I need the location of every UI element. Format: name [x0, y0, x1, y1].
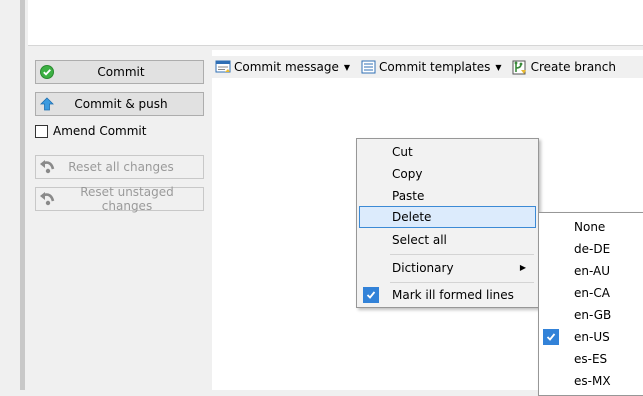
chevron-down-icon: ▼: [343, 62, 351, 72]
commit-button[interactable]: Commit: [35, 60, 204, 84]
commit-toolbar: Commit message ▼ Commit templates ▼ Crea…: [212, 56, 643, 78]
create-branch-label: Create branch: [530, 60, 616, 74]
menu-item-select-all[interactable]: Select all: [359, 229, 536, 251]
menu-separator: [390, 254, 534, 255]
reset-unstaged-changes-label: Reset unstaged changes: [80, 185, 174, 213]
menu-item-cut[interactable]: Cut: [359, 141, 536, 163]
editor-context-menu: Cut Copy Paste Delete Select all Diction…: [356, 138, 539, 308]
commit-templates-label: Commit templates: [379, 60, 491, 74]
commit-templates-dropdown[interactable]: Commit templates ▼: [360, 59, 502, 75]
green-check-icon: [39, 64, 55, 80]
reset-all-changes-label: Reset all changes: [68, 160, 174, 174]
create-branch-button[interactable]: Create branch: [512, 59, 616, 75]
dictionary-item-es-mx[interactable]: es-MX: [541, 370, 643, 392]
dictionary-item-en-au[interactable]: en-AU: [541, 260, 643, 282]
branch-icon: [512, 59, 528, 75]
undo-icon: [39, 159, 55, 175]
menu-item-dictionary[interactable]: Dictionary ▶: [359, 257, 536, 279]
reset-unstaged-changes-button[interactable]: Reset unstaged changes: [35, 185, 204, 213]
chevron-down-icon: ▼: [495, 62, 502, 72]
mark-ill-formed-lines-label: Mark ill formed lines: [392, 288, 514, 302]
commit-message-label: Commit message: [234, 60, 339, 74]
checkmark-icon: [543, 329, 559, 345]
dictionary-item-none[interactable]: None: [541, 216, 643, 238]
undo-icon: [39, 191, 55, 207]
up-arrow-icon: [39, 96, 55, 112]
dictionary-submenu: None de-DE en-AU en-CA en-GB en-US es-ES…: [538, 212, 643, 396]
chevron-right-icon: ▶: [519, 263, 526, 272]
commit-button-label: Commit: [97, 65, 145, 79]
dictionary-item-de-de[interactable]: de-DE: [541, 238, 643, 260]
commit-push-button[interactable]: Commit & push: [35, 92, 204, 116]
dictionary-item-es-es[interactable]: es-ES: [541, 348, 643, 370]
window-edge-line: [20, 0, 25, 390]
template-icon: [360, 59, 376, 75]
commit-push-button-label: Commit & push: [74, 97, 168, 111]
dictionary-item-en-us-label: en-US: [574, 330, 610, 344]
amend-commit-label: Amend Commit: [53, 124, 147, 138]
dictionary-item-en-gb[interactable]: en-GB: [541, 304, 643, 326]
menu-item-mark-ill-formed-lines[interactable]: Mark ill formed lines: [359, 284, 536, 306]
menu-separator: [390, 282, 534, 283]
menu-item-copy[interactable]: Copy: [359, 163, 536, 185]
message-icon: [215, 59, 231, 75]
menu-item-dictionary-label: Dictionary: [392, 261, 454, 275]
dictionary-item-en-ca[interactable]: en-CA: [541, 282, 643, 304]
menu-item-delete[interactable]: Delete: [359, 206, 536, 228]
diff-view-area[interactable]: [28, 0, 643, 46]
dictionary-item-en-us[interactable]: en-US: [541, 326, 643, 348]
reset-all-changes-button[interactable]: Reset all changes: [35, 155, 204, 179]
menu-item-paste[interactable]: Paste: [359, 185, 536, 207]
checkmark-icon: [363, 287, 379, 303]
amend-commit-checkbox[interactable]: [35, 125, 48, 138]
commit-message-dropdown[interactable]: Commit message ▼: [215, 59, 350, 75]
